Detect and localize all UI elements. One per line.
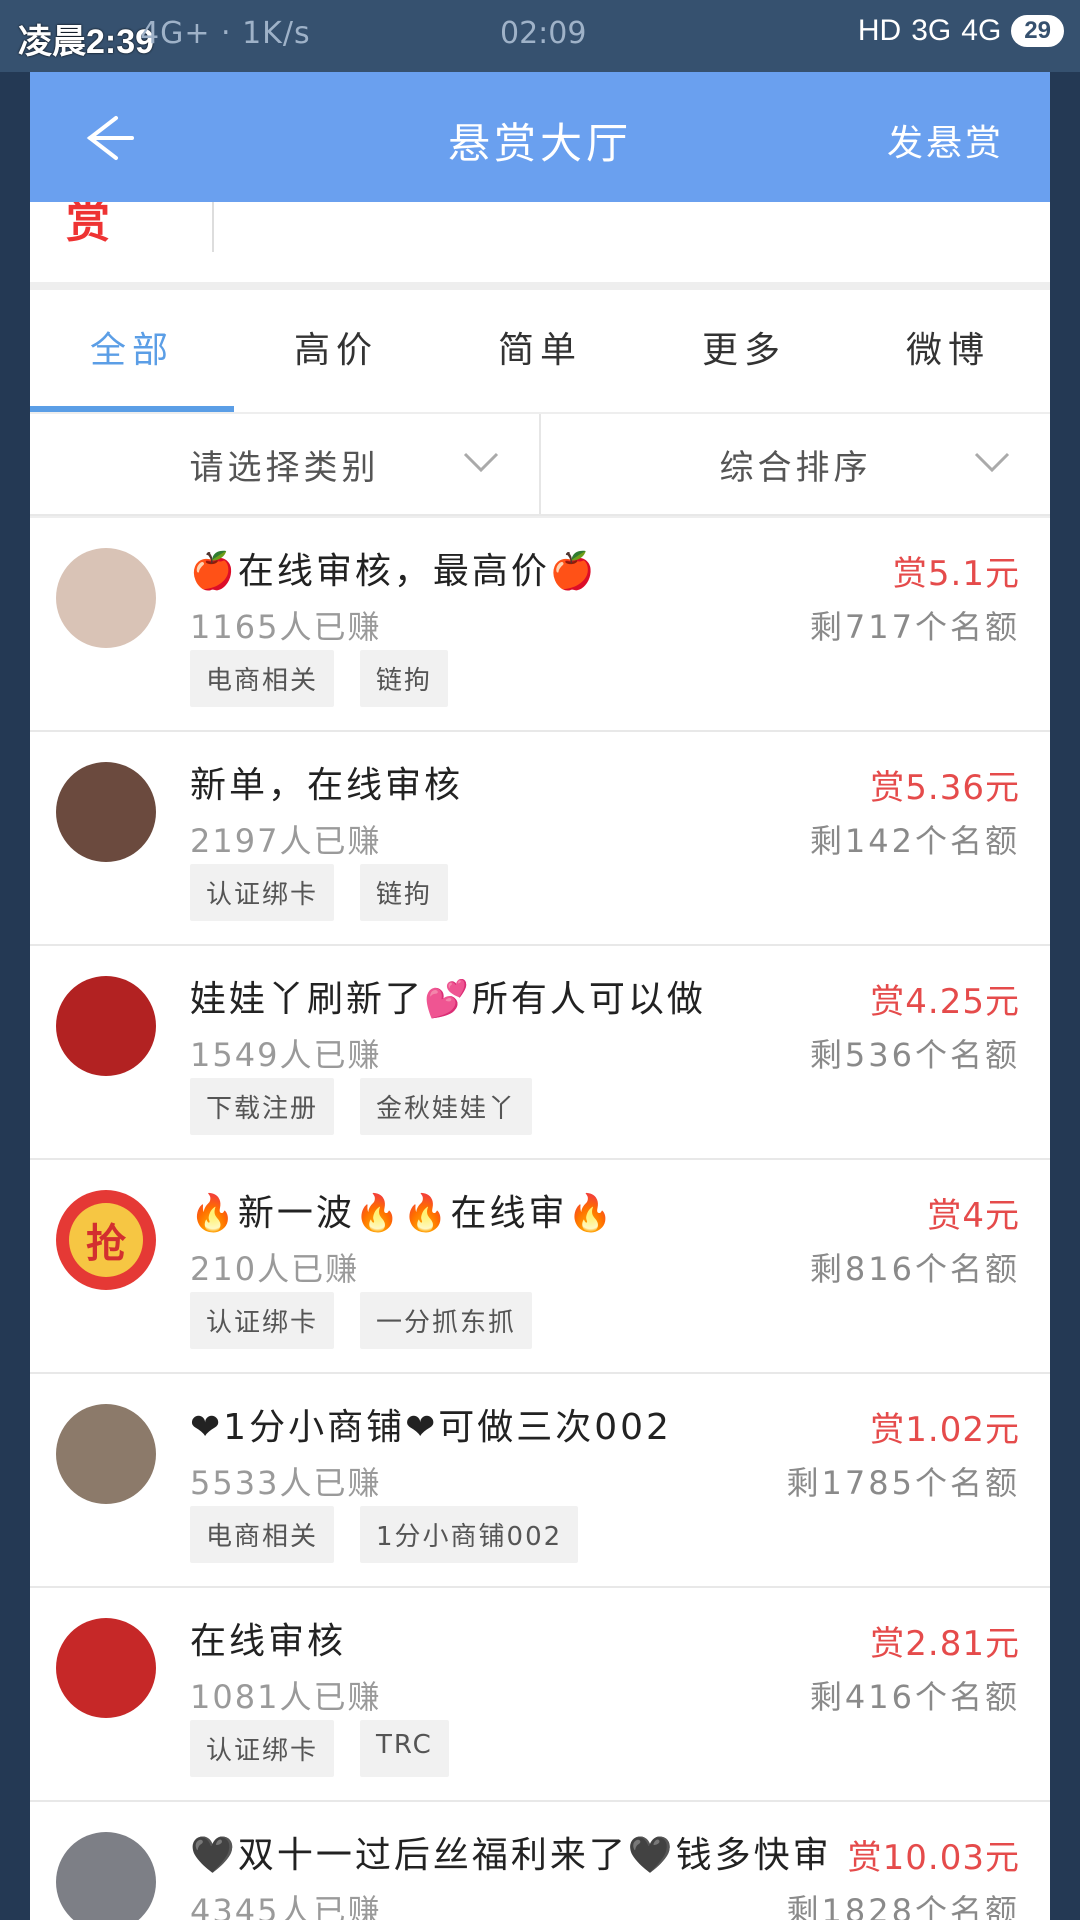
- task-tag: 认证绑卡: [190, 1720, 335, 1777]
- earned-count: 1081人已赚: [190, 1678, 382, 1716]
- reward-amount: 赏1.02元: [870, 1410, 1020, 1450]
- avatar: [56, 1832, 156, 1920]
- task-tag: 链拘: [360, 864, 449, 921]
- banner-logo: 赏: [66, 202, 110, 248]
- chevron-down-icon: [463, 452, 499, 473]
- reward-amount: 赏4.25元: [870, 982, 1020, 1022]
- remaining-slots: 剩416个名额: [809, 1678, 1020, 1716]
- status-icons: HD 3G 4G 29: [858, 14, 1064, 48]
- status-bar: 凌晨2:39 4G+ ‧ 1K/s 02:09 HD 3G 4G 29: [0, 0, 1080, 72]
- signal-4g-icon: 4G: [961, 14, 1002, 47]
- task-title: 在线审核: [190, 1621, 347, 1662]
- task-item[interactable]: 抢 🔥新一波🔥🔥在线审🔥 210人已赚 认证绑卡 一分抓东抓 赏4元 剩816个…: [30, 1160, 1050, 1374]
- earned-count: 210人已赚: [190, 1250, 360, 1288]
- task-title: 娃娃丫刷新了💕所有人可以做: [190, 979, 706, 1020]
- task-title: 新单，在线审核: [190, 765, 464, 806]
- category-select-label: 请选择类别: [189, 447, 380, 488]
- battery-icon: 29: [1011, 15, 1064, 47]
- overlay-time: 凌晨2:39: [18, 23, 155, 61]
- status-time: 02:09: [500, 16, 587, 51]
- tag-list: 认证绑卡 链拘: [190, 864, 449, 921]
- banner[interactable]: 赏: [30, 202, 1050, 282]
- tag-list: 下载注册 金秋娃娃丫: [190, 1078, 533, 1135]
- tab-more[interactable]: 更多: [642, 290, 846, 412]
- category-select[interactable]: 请选择类别: [30, 414, 539, 514]
- avatar: [56, 976, 156, 1076]
- tab-high-price[interactable]: 高价: [234, 290, 438, 412]
- reward-amount: 赏2.81元: [870, 1624, 1020, 1664]
- task-item[interactable]: 新单，在线审核 2197人已赚 认证绑卡 链拘 赏5.36元 剩142个名额: [30, 732, 1050, 946]
- avatar: [56, 762, 156, 862]
- task-tag: 电商相关: [190, 650, 335, 707]
- avatar: [56, 1618, 156, 1718]
- tab-simple[interactable]: 简单: [438, 290, 642, 412]
- remaining-slots: 剩717个名额: [809, 608, 1020, 646]
- remaining-slots: 剩816个名额: [809, 1250, 1020, 1288]
- task-tag: 下载注册: [190, 1078, 335, 1135]
- tag-list: 电商相关 链拘: [190, 650, 449, 707]
- category-tabs: 全部 高价 简单 更多 微博: [30, 290, 1050, 412]
- task-tag: 认证绑卡: [190, 864, 335, 921]
- remaining-slots: 剩142个名额: [809, 822, 1020, 860]
- task-item[interactable]: 🖤双十一过后丝福利来了🖤钱多快审 4345人已赚 赏10.03元 剩1828个名…: [30, 1802, 1050, 1920]
- task-tag: 电商相关: [190, 1506, 335, 1563]
- earned-count: 4345人已赚: [190, 1892, 382, 1920]
- sort-select-label: 综合排序: [719, 447, 872, 488]
- task-item[interactable]: 🍎在线审核，最高价🍎 1165人已赚 电商相关 链拘 赏5.1元 剩717个名额: [30, 518, 1050, 732]
- task-title: 🔥新一波🔥🔥在线审🔥: [190, 1193, 616, 1234]
- reward-amount: 赏10.03元: [847, 1838, 1020, 1878]
- filter-bar: 请选择类别 综合排序: [30, 414, 1050, 516]
- task-item[interactable]: 娃娃丫刷新了💕所有人可以做 1549人已赚 下载注册 金秋娃娃丫 赏4.25元 …: [30, 946, 1050, 1160]
- tab-weibo[interactable]: 微博: [846, 290, 1050, 412]
- task-list: 🍎在线审核，最高价🍎 1165人已赚 电商相关 链拘 赏5.1元 剩717个名额…: [30, 518, 1050, 1920]
- tag-list: 认证绑卡 一分抓东抓: [190, 1292, 533, 1349]
- grab-avatar: 抢: [56, 1190, 156, 1290]
- earned-count: 2197人已赚: [190, 822, 382, 860]
- chevron-down-icon: [974, 452, 1010, 473]
- avatar: [56, 1404, 156, 1504]
- task-tag: TRC: [360, 1720, 449, 1777]
- tag-list: 认证绑卡 TRC: [190, 1720, 449, 1777]
- task-tag: 链拘: [360, 650, 449, 707]
- task-tag: 一分抓东抓: [360, 1292, 533, 1349]
- reward-amount: 赏5.36元: [870, 768, 1020, 808]
- task-title: ❤1分小商铺❤可做三次002: [190, 1407, 672, 1448]
- banner-divider: [212, 202, 214, 252]
- reward-amount: 赏4元: [927, 1196, 1020, 1236]
- remaining-slots: 剩1828个名额: [786, 1892, 1020, 1920]
- network-speed: 4G+ ‧ 1K/s: [140, 16, 311, 51]
- avatar: [56, 548, 156, 648]
- signal-3g-icon: 3G: [911, 14, 952, 47]
- avatar-badge: 抢: [69, 1203, 143, 1277]
- earned-count: 1549人已赚: [190, 1036, 382, 1074]
- task-tag: 1分小商铺002: [360, 1506, 579, 1563]
- task-item[interactable]: 在线审核 1081人已赚 认证绑卡 TRC 赏2.81元 剩416个名额: [30, 1588, 1050, 1802]
- task-item[interactable]: ❤1分小商铺❤可做三次002 5533人已赚 电商相关 1分小商铺002 赏1.…: [30, 1374, 1050, 1588]
- earned-count: 5533人已赚: [190, 1464, 382, 1502]
- task-title: 🍎在线审核，最高价🍎: [190, 551, 598, 592]
- hd-icon: HD: [857, 14, 902, 47]
- post-bounty-button[interactable]: 发悬赏: [887, 114, 1004, 166]
- remaining-slots: 剩1785个名额: [786, 1464, 1020, 1502]
- reward-amount: 赏5.1元: [892, 554, 1020, 594]
- app-window: 悬赏大厅 发悬赏 赏 全部 高价 简单 更多 微博 请选择类别 综合排序 🍎在线…: [30, 72, 1050, 1920]
- sort-select[interactable]: 综合排序: [539, 414, 1050, 514]
- task-title: 🖤双十一过后丝福利来了🖤钱多快审: [190, 1835, 832, 1876]
- tag-list: 电商相关 1分小商铺002: [190, 1506, 579, 1563]
- remaining-slots: 剩536个名额: [809, 1036, 1020, 1074]
- task-tag: 认证绑卡: [190, 1292, 335, 1349]
- earned-count: 1165人已赚: [190, 608, 382, 646]
- header-bar: 悬赏大厅 发悬赏: [30, 72, 1050, 202]
- tab-all[interactable]: 全部: [30, 290, 234, 412]
- task-tag: 金秋娃娃丫: [360, 1078, 533, 1135]
